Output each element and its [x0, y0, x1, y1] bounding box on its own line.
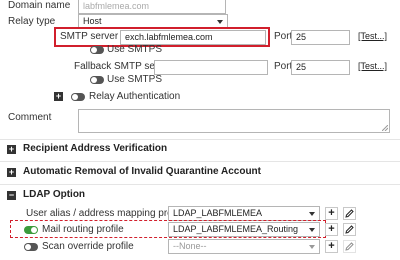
- smtp-port-label: Port: [274, 31, 293, 42]
- smtp-test-link[interactable]: [Test...]: [358, 31, 387, 41]
- mail-routing-toggle[interactable]: [24, 226, 38, 234]
- ldap-collapse-icon[interactable]: −: [7, 191, 16, 200]
- add-icon[interactable]: +: [325, 240, 338, 253]
- smtp-use-smtps-label: Use SMTPS: [107, 44, 163, 55]
- user-alias-value: LDAP_LABFMLEMEA: [173, 208, 263, 218]
- relay-type-value: Host: [83, 16, 102, 26]
- scan-override-value: --None--: [173, 241, 207, 251]
- auto-removal-header[interactable]: Automatic Removal of Invalid Quarantine …: [23, 166, 261, 177]
- chevron-down-icon: [217, 20, 223, 24]
- scan-override-select[interactable]: --None--: [168, 239, 320, 254]
- fallback-use-smtps-label: Use SMTPS: [107, 74, 163, 85]
- relay-auth-label: Relay Authentication: [89, 91, 181, 102]
- auto-removal-expand-icon[interactable]: +: [7, 168, 16, 177]
- pencil-icon: [345, 209, 354, 218]
- smtp-use-smtps-toggle[interactable]: [90, 46, 104, 54]
- fallback-use-smtps-toggle[interactable]: [90, 76, 104, 84]
- fallback-port-value: 25: [296, 62, 307, 72]
- fallback-port-label: Port: [274, 61, 293, 72]
- fallback-smtp-field[interactable]: [154, 60, 268, 75]
- relay-type-label: Relay type: [8, 16, 56, 27]
- domain-name-label: Domain name: [8, 0, 71, 11]
- ldap-option-header[interactable]: LDAP Option: [23, 189, 85, 200]
- mail-routing-select[interactable]: LDAP_LABFMLEMEA_Routing: [168, 222, 320, 237]
- section-divider: [0, 184, 400, 185]
- smtp-port-field[interactable]: 25: [291, 30, 350, 45]
- recipient-expand-icon[interactable]: +: [7, 145, 16, 154]
- domain-name-field[interactable]: labfmlemea.com: [78, 0, 226, 14]
- resize-handle-icon[interactable]: [382, 125, 388, 131]
- relay-auth-expand-icon[interactable]: +: [54, 92, 63, 101]
- chevron-down-icon: [309, 245, 315, 249]
- pencil-icon: [345, 225, 354, 234]
- comment-label: Comment: [8, 112, 52, 123]
- edit-icon[interactable]: [343, 240, 356, 253]
- pencil-icon: [345, 242, 354, 251]
- fallback-port-field[interactable]: 25: [291, 60, 350, 75]
- user-alias-select[interactable]: LDAP_LABFMLEMEA: [168, 206, 320, 221]
- comment-textarea[interactable]: [78, 109, 390, 133]
- edit-icon[interactable]: [343, 223, 356, 236]
- relay-auth-toggle[interactable]: [71, 93, 85, 101]
- user-alias-label: User alias / address mapping profile: [26, 208, 186, 219]
- add-icon[interactable]: +: [325, 223, 338, 236]
- recipient-verification-header[interactable]: Recipient Address Verification: [23, 143, 167, 154]
- add-icon[interactable]: +: [325, 207, 338, 220]
- smtp-server-label: SMTP server: [60, 31, 119, 42]
- scan-override-label: Scan override profile: [42, 241, 134, 252]
- scan-override-toggle[interactable]: [24, 243, 38, 251]
- section-divider: [0, 139, 400, 140]
- fallback-test-link[interactable]: [Test...]: [358, 61, 387, 71]
- smtp-server-field[interactable]: exch.labfmlemea.com: [120, 30, 266, 45]
- mail-routing-label: Mail routing profile: [42, 224, 124, 235]
- chevron-down-icon: [309, 212, 315, 216]
- smtp-port-value: 25: [296, 32, 307, 42]
- edit-icon[interactable]: [343, 207, 356, 220]
- chevron-down-icon: [309, 228, 315, 232]
- mail-routing-value: LDAP_LABFMLEMEA_Routing: [173, 224, 299, 234]
- section-divider: [0, 161, 400, 162]
